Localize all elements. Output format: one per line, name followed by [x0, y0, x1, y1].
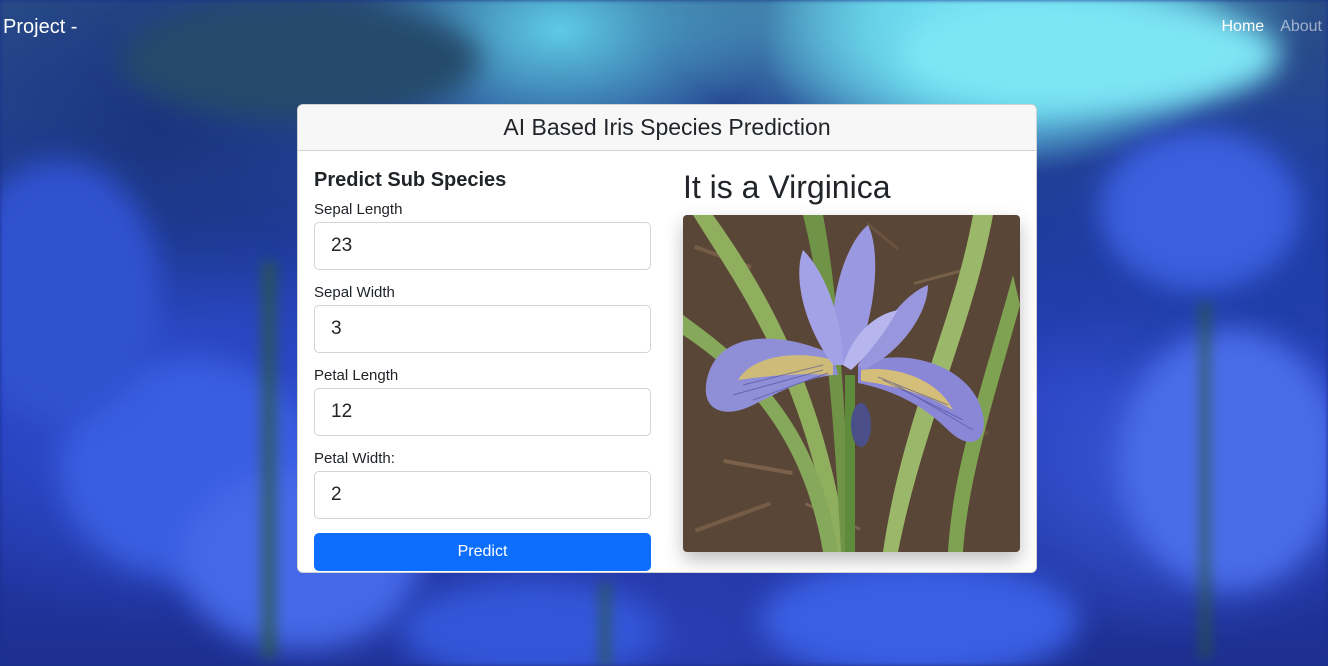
petal-length-label: Petal Length — [314, 367, 399, 384]
nav-link-about[interactable]: About — [1280, 18, 1322, 36]
brand-title[interactable]: Project - — [3, 16, 77, 39]
sepal-width-input[interactable] — [314, 305, 651, 353]
form-title: Predict Sub Species — [314, 169, 507, 191]
iris-flower-image — [683, 215, 1020, 552]
nav-links: Home About — [1222, 18, 1323, 36]
nav-link-home[interactable]: Home — [1222, 18, 1265, 36]
sepal-length-input[interactable] — [314, 222, 651, 270]
petal-length-input[interactable] — [314, 388, 651, 436]
result-panel: It is a Virginica — [683, 167, 1021, 552]
card-header: AI Based Iris Species Prediction — [298, 105, 1036, 151]
sepal-length-label: Sepal Length — [314, 201, 403, 218]
prediction-form: Predict Sub Species Sepal Length Sepal W… — [314, 169, 652, 571]
sepal-width-label: Sepal Width — [314, 284, 395, 301]
prediction-card: AI Based Iris Species Prediction Predict… — [297, 104, 1037, 573]
top-navbar: Project - Home About — [0, 0, 1328, 54]
petal-width-label: Petal Width: — [314, 450, 395, 467]
predict-button[interactable]: Predict — [314, 533, 651, 571]
petal-width-input[interactable] — [314, 471, 651, 519]
result-title: It is a Virginica — [683, 169, 891, 205]
card-body: Predict Sub Species Sepal Length Sepal W… — [298, 151, 1036, 572]
